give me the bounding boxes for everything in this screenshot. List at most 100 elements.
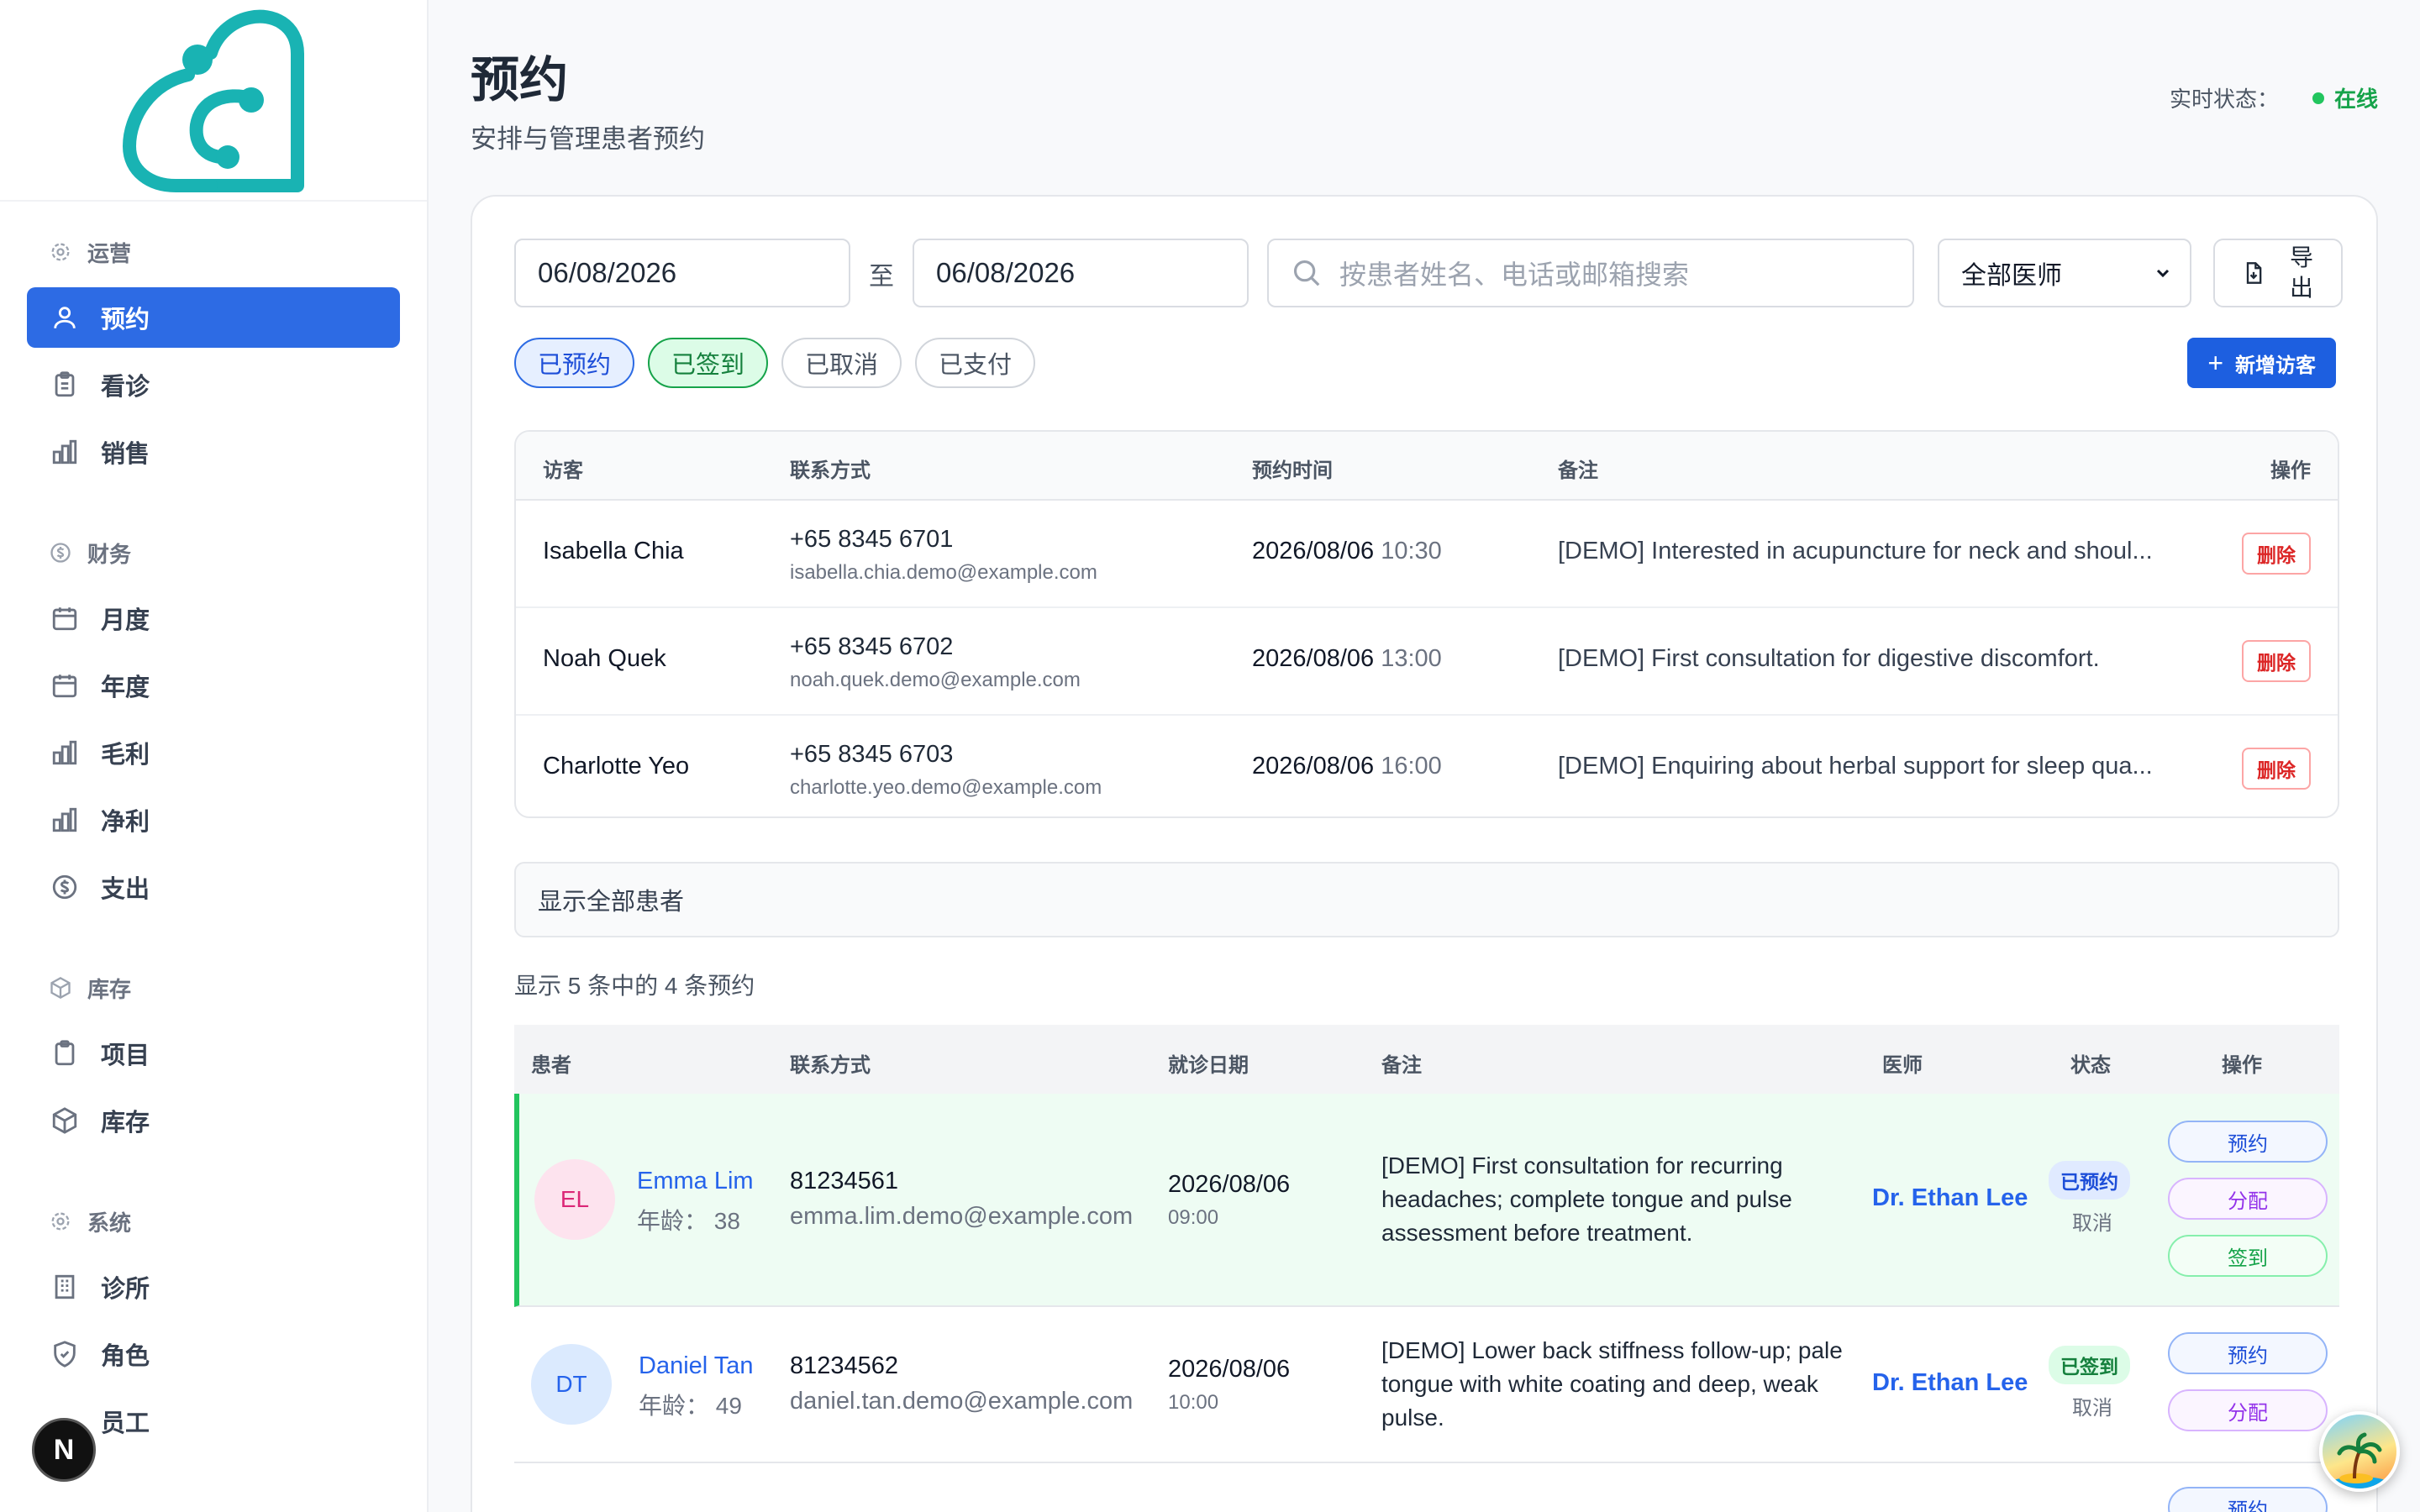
sidebar-item-label: 库存	[101, 1110, 150, 1137]
user-icon	[54, 307, 76, 328]
header-contact: 联系方式	[790, 459, 871, 482]
delete-button[interactable]: 删除	[2242, 533, 2311, 575]
book-button[interactable]: 预约	[2168, 1121, 2328, 1163]
status-dot-icon	[2312, 92, 2324, 104]
calendar-icon	[52, 607, 77, 631]
logo[interactable]	[0, 0, 427, 202]
status-value: 在线	[2333, 87, 2378, 112]
palm-tree-island-icon	[2328, 1432, 2391, 1488]
visit-time: 09:00	[1168, 1206, 1219, 1229]
add-visitor-label: 新增访客	[2235, 354, 2316, 377]
sidebar: 运营 预约 看诊 销售 财务 月度 年度 毛利 净利 支出 库存 项目 库存 系…	[0, 0, 429, 1512]
book-button[interactable]: 预约	[2168, 1332, 2328, 1374]
assign-button[interactable]: 分配	[2168, 1389, 2328, 1431]
filter-bar: 06/08/2026 至 06/08/2026 按患者姓名、电话或邮箱搜索 全部…	[514, 239, 2343, 307]
visitor-email: noah.quek.demo@example.com	[790, 669, 1081, 691]
cancel-link[interactable]: 取消	[2072, 1206, 2112, 1236]
visitors-table: 访客 联系方式 预约时间 备注 操作 Isabella Chia +65 834…	[514, 430, 2339, 818]
visitor-note: [DEMO] Interested in acupuncture for nec…	[1558, 538, 2153, 564]
visit-date: 2026/08/06	[1168, 1171, 1291, 1198]
sidebar-item-sales[interactable]: 销售	[27, 422, 400, 482]
search-icon	[1293, 260, 1320, 286]
header-appointment-time: 预约时间	[1252, 459, 1333, 482]
table-row: DT Daniel Tan 年龄： 49 81234562 daniel.tan…	[514, 1307, 2339, 1463]
delete-button[interactable]: 删除	[2242, 640, 2311, 682]
sidebar-item-items[interactable]: 项目	[27, 1023, 400, 1084]
section-inventory: 库存	[0, 969, 427, 1006]
header-visitor: 访客	[543, 459, 583, 482]
sidebar-item-label: 毛利	[101, 742, 150, 769]
sidebar-item-gross-profit[interactable]: 毛利	[27, 722, 400, 783]
visitor-name: Noah Quek	[543, 645, 666, 672]
visitor-time: 16:00	[1381, 753, 1442, 780]
sidebar-item-label: 预约	[101, 307, 150, 333]
dollar-circle-icon	[52, 874, 77, 900]
visitor-name: Charlotte Yeo	[543, 753, 690, 780]
check-in-button[interactable]: 签到	[2168, 1235, 2328, 1277]
sidebar-item-yearly[interactable]: 年度	[27, 655, 400, 716]
gear-icon	[51, 243, 70, 261]
status-badge: 已签到	[2049, 1346, 2130, 1384]
assign-button[interactable]: 分配	[2168, 1178, 2328, 1220]
header-action: 操作	[2222, 1054, 2262, 1077]
table-row: Isabella Chia +65 8345 6701 isabella.chi…	[516, 501, 2338, 608]
table-row: Charlotte Yeo +65 8345 6703 charlotte.ye…	[516, 716, 2338, 816]
cancel-link[interactable]: 取消	[2072, 1391, 2112, 1420]
chip-cancelled[interactable]: 已取消	[781, 338, 902, 388]
avatar: DT	[531, 1344, 612, 1425]
patient-age: 年龄： 49	[639, 1393, 742, 1419]
section-title: 运营	[87, 240, 132, 266]
sidebar-item-expenses[interactable]: 支出	[27, 857, 400, 917]
doctor-link[interactable]: Dr. Ethan Lee	[1872, 1369, 2028, 1397]
section-operations: 运营	[0, 234, 427, 270]
doctor-select[interactable]: 全部医师	[1938, 239, 2191, 307]
chip-paid[interactable]: 已支付	[915, 338, 1036, 388]
sidebar-item-stock[interactable]: 库存	[27, 1090, 400, 1151]
header-patient: 患者	[531, 1054, 571, 1077]
building-icon	[55, 1274, 75, 1299]
sidebar-item-label: 诊所	[101, 1276, 150, 1303]
doctor-link[interactable]: Dr. Ethan Lee	[1872, 1184, 2028, 1212]
search-input[interactable]: 按患者姓名、电话或邮箱搜索	[1267, 239, 1914, 307]
sidebar-item-consultation[interactable]: 看诊	[27, 354, 400, 415]
chevron-down-icon	[2156, 269, 2170, 278]
sidebar-item-appointments[interactable]: 预约	[27, 287, 400, 348]
delete-button[interactable]: 删除	[2242, 748, 2311, 790]
export-button[interactable]: 导出	[2213, 239, 2343, 307]
table-row: EL Emma Lim 年龄： 38 81234561 emma.lim.dem…	[514, 1094, 2339, 1307]
appointments-card: 06/08/2026 至 06/08/2026 按患者姓名、电话或邮箱搜索 全部…	[471, 195, 2378, 1512]
user-avatar-button[interactable]: N	[32, 1418, 96, 1482]
gear-icon	[51, 1212, 70, 1231]
chip-checked-in[interactable]: 已签到	[648, 338, 769, 388]
book-button[interactable]: 预约	[2168, 1487, 2328, 1512]
table-header: 访客 联系方式 预约时间 备注 操作	[516, 432, 2338, 501]
sidebar-item-monthly[interactable]: 月度	[27, 588, 400, 648]
appointments-table: 患者 联系方式 就诊日期 备注 医师 状态 操作 EL Emma Lim 年龄：…	[514, 1025, 2339, 1512]
visit-time: 10:00	[1168, 1391, 1219, 1414]
visitor-time: 13:00	[1381, 645, 1442, 672]
sidebar-item-clinic[interactable]: 诊所	[27, 1257, 400, 1317]
patient-email: emma.lim.demo@example.com	[790, 1203, 1134, 1230]
table-header: 患者 联系方式 就诊日期 备注 医师 状态 操作	[514, 1025, 2339, 1094]
visitor-email: charlotte.yeo.demo@example.com	[790, 776, 1102, 799]
plus-icon: +	[2207, 347, 2223, 378]
assistant-fab-button[interactable]	[2319, 1411, 2400, 1492]
visitor-date: 2026/08/06	[1252, 753, 1375, 780]
date-to-input[interactable]: 06/08/2026	[913, 239, 1249, 307]
sidebar-item-roles[interactable]: 角色	[27, 1324, 400, 1384]
export-label: 导出	[2289, 244, 2313, 301]
sidebar-item-net-profit[interactable]: 净利	[27, 790, 400, 850]
show-all-patients-toggle[interactable]: 显示全部患者	[514, 862, 2339, 937]
visit-date: 2026/08/06	[1168, 1356, 1291, 1383]
header-doctor: 医师	[1882, 1054, 1923, 1077]
visitor-note: [DEMO] Enquiring about herbal support fo…	[1558, 753, 2153, 780]
appointment-note: [DEMO] First consultation for recurring …	[1381, 1152, 1792, 1246]
chip-booked[interactable]: 已预约	[514, 338, 635, 388]
add-visitor-button[interactable]: + 新增访客	[2187, 338, 2336, 388]
patient-name-link[interactable]: Daniel Tan	[639, 1352, 754, 1380]
patient-name-link[interactable]: Emma Lim	[637, 1168, 754, 1195]
page-title: 预约	[471, 53, 569, 108]
visitor-phone: +65 8345 6702	[790, 633, 954, 660]
calendar-icon	[52, 675, 77, 698]
date-from-input[interactable]: 06/08/2026	[514, 239, 850, 307]
